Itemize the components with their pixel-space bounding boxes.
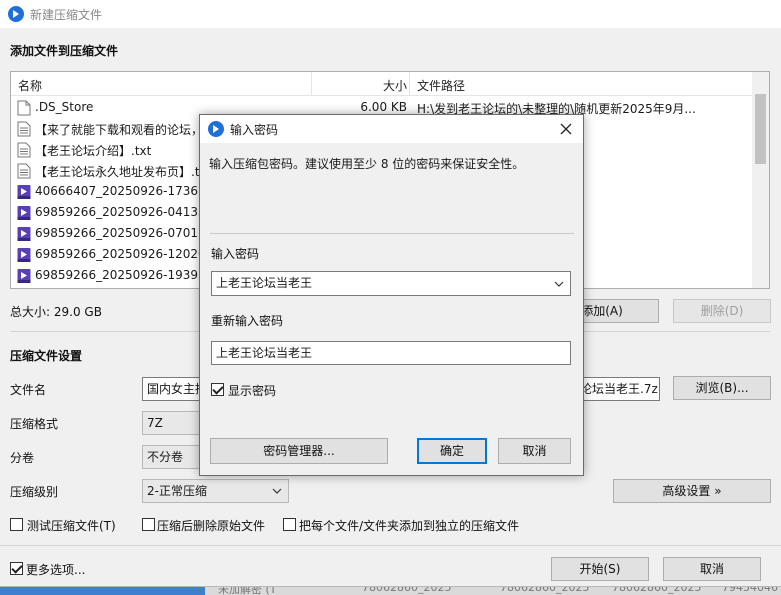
column-path-header[interactable]: 文件路径 xyxy=(417,77,465,94)
filename-label: 文件名 xyxy=(10,383,47,397)
file-name: 69859266_20250926-070118 xyxy=(35,226,214,240)
app-logo-icon xyxy=(8,6,24,22)
app-logo-icon xyxy=(208,121,224,137)
video-file-icon xyxy=(17,184,31,200)
file-name: 【来了就能下载和观看的论坛， xyxy=(35,123,204,137)
filename-input-right[interactable]: 论坛当老王.7z xyxy=(578,377,660,401)
taskbar-item[interactable]: 78062860_2025 xyxy=(612,587,701,594)
column-name-header[interactable]: 名称 xyxy=(18,77,42,94)
file-icon xyxy=(17,100,31,116)
volume-label: 分卷 xyxy=(10,451,35,465)
text-file-icon xyxy=(17,121,31,137)
window-titlebar xyxy=(0,0,781,28)
delete-button[interactable]: 删除(D) xyxy=(673,299,771,323)
chevron-down-icon[interactable] xyxy=(554,280,564,288)
chevron-down-icon xyxy=(272,488,282,494)
separate-archives-checkbox[interactable] xyxy=(283,518,296,531)
level-select-value: 2-正常压缩 xyxy=(147,484,207,498)
add-files-section-title: 添加文件到压缩文件 xyxy=(10,44,119,58)
separate-archives-label: 把每个文件/文件夹添加到独立的压缩文件 xyxy=(299,519,520,533)
file-name: 69859266_20250926-120204 xyxy=(35,247,214,261)
video-file-icon xyxy=(17,268,31,284)
dialog-cancel-button[interactable]: 取消 xyxy=(498,438,571,464)
total-size: 总大小: 29.0 GB xyxy=(10,305,102,319)
settings-section-title: 压缩文件设置 xyxy=(10,349,83,363)
taskbar: 未加解密 (T 78062860_2025 78062860_2025 7806… xyxy=(0,586,781,595)
repeat-password-input[interactable]: 上老王论坛当老王 xyxy=(211,341,571,365)
password-input[interactable]: 上老王论坛当老王 xyxy=(211,271,571,296)
window-title: 新建压缩文件 xyxy=(30,8,103,22)
more-options-checkbox[interactable] xyxy=(10,562,23,575)
dialog-separator xyxy=(210,233,574,234)
format-label: 压缩格式 xyxy=(10,417,59,431)
test-archive-checkbox[interactable] xyxy=(10,518,23,531)
file-name: 【老王论坛介绍】.txt xyxy=(35,144,152,158)
volume-select[interactable]: 不分卷 xyxy=(142,445,202,469)
video-file-icon xyxy=(17,205,31,221)
browse-button[interactable]: 浏览(B)... xyxy=(673,376,771,400)
password-label: 输入密码 xyxy=(211,247,260,261)
repeat-password-label: 重新输入密码 xyxy=(211,314,284,328)
show-password-checkbox[interactable] xyxy=(211,383,224,396)
file-size: 6.00 KB xyxy=(360,100,407,114)
column-size-header[interactable]: 大小 xyxy=(383,77,407,94)
file-name: .DS_Store xyxy=(35,100,94,114)
video-file-icon xyxy=(17,247,31,263)
taskbar-item[interactable]: 78062860_2025 xyxy=(362,587,451,594)
text-file-icon xyxy=(17,142,31,158)
password-dialog: 输入密码 输入压缩包密码。建议使用至少 8 位的密码来保证安全性。 输入密码 上… xyxy=(199,114,584,476)
dialog-title: 输入密码 xyxy=(230,123,279,137)
text-file-icon xyxy=(17,163,31,179)
password-value: 上老王论坛当老王 xyxy=(216,276,313,290)
delete-after-label: 压缩后删除原始文件 xyxy=(157,519,266,533)
scrollbar-thumb[interactable] xyxy=(755,94,766,164)
taskbar-item[interactable]: 未加解密 (T xyxy=(218,587,277,595)
password-manager-button[interactable]: 密码管理器... xyxy=(210,438,388,464)
file-list-header: 名称 大小 文件路径 xyxy=(11,72,769,96)
taskbar-item[interactable]: 78062860_2025 xyxy=(500,587,589,594)
delete-after-checkbox[interactable] xyxy=(142,518,155,531)
main-cancel-button[interactable]: 取消 xyxy=(663,557,761,581)
advanced-settings-button[interactable]: 高级设置 » xyxy=(613,479,771,503)
video-file-icon xyxy=(17,226,31,242)
level-select[interactable]: 2-正常压缩 xyxy=(142,479,289,503)
footer-divider xyxy=(0,545,781,546)
ok-button[interactable]: 确定 xyxy=(417,438,487,464)
show-password-label: 显示密码 xyxy=(228,384,277,398)
more-options-label: 更多选项... xyxy=(26,563,86,577)
dialog-info-text: 输入压缩包密码。建议使用至少 8 位的密码来保证安全性。 xyxy=(209,157,525,171)
format-select[interactable]: 7Z xyxy=(142,411,202,435)
file-name: 40666407_20250926-173634 xyxy=(35,184,214,198)
file-name: 69859266_20250926-193934 xyxy=(35,268,214,282)
close-icon[interactable] xyxy=(555,118,577,140)
start-button[interactable]: 开始(S) xyxy=(551,557,649,581)
file-name: 69859266_20250926-041335 xyxy=(35,205,214,219)
test-archive-label: 测试压缩文件(T) xyxy=(27,519,116,533)
level-label: 压缩级别 xyxy=(10,485,59,499)
file-name: 【老王论坛永久地址发布页】.tx xyxy=(35,165,207,179)
taskbar-item[interactable]: 79454046 xyxy=(722,587,778,594)
file-list-scrollbar[interactable] xyxy=(752,72,769,288)
